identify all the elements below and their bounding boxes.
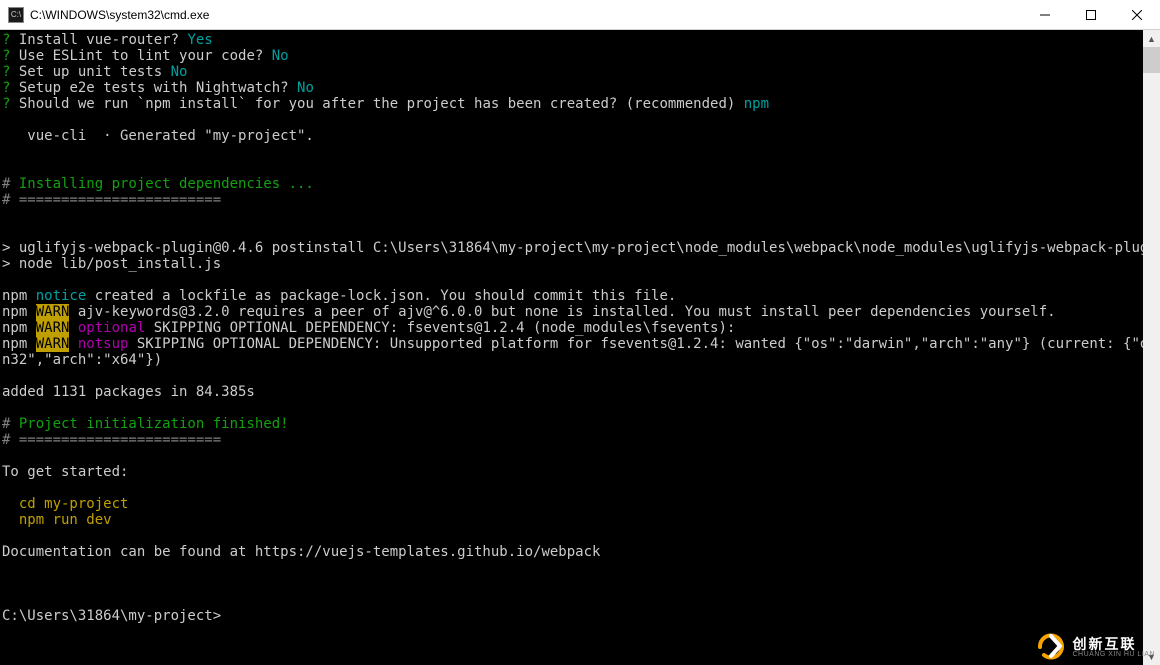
watermark-text: 创新互联 CHUANG XIN HU LIAN: [1072, 637, 1155, 658]
npm-text: SKIPPING OPTIONAL DEPENDENCY: fsevents@1…: [145, 320, 735, 336]
npm-text: SKIPPING OPTIONAL DEPENDENCY: Unsupporte…: [128, 336, 1143, 352]
npm-warn-tag: WARN: [36, 320, 70, 336]
cmd-line: cd my-project: [2, 496, 128, 512]
install-header: Installing project dependencies ...: [19, 176, 314, 192]
watermark-cn: 创新互联: [1072, 637, 1155, 651]
watermark-logo-icon: [1036, 632, 1066, 662]
npm-sub: notsup: [69, 336, 128, 352]
q-answer: No: [171, 64, 188, 80]
postinstall-line: > uglifyjs-webpack-plugin@0.4.6 postinst…: [2, 240, 1143, 256]
npm-sub: optional: [69, 320, 145, 336]
postinstall-line: > node lib/post_install.js: [2, 256, 221, 272]
npm-warn-tag: WARN: [36, 336, 70, 352]
q-text: Use ESLint to lint your code?: [10, 48, 271, 64]
generated-line: vue-cli · Generated "my-project".: [2, 128, 314, 144]
cmd-window: C:\ C:\WINDOWS\system32\cmd.exe ? Instal…: [0, 0, 1160, 665]
npm-text: n32","arch":"x64"}): [2, 352, 162, 368]
separator: # ========================: [2, 192, 221, 208]
minimize-button[interactable]: [1022, 0, 1068, 30]
npm-pre: npm: [2, 336, 36, 352]
npm-text: created a lockfile as package-lock.json.…: [86, 288, 676, 304]
q-text: Should we run `npm install` for you afte…: [10, 96, 743, 112]
window-controls: [1022, 0, 1160, 29]
npm-notice-tag: notice: [36, 288, 87, 304]
cmd-line: npm run dev: [2, 512, 112, 528]
q-text: Set up unit tests: [10, 64, 170, 80]
watermark: 创新互联 CHUANG XIN HU LIAN: [1036, 632, 1155, 662]
watermark-en: CHUANG XIN HU LIAN: [1072, 651, 1155, 658]
terminal-area: ? Install vue-router? Yes ? Use ESLint t…: [0, 30, 1160, 665]
hash: #: [2, 176, 19, 192]
q-answer: Yes: [187, 32, 212, 48]
npm-warn-tag: WARN: [36, 304, 70, 320]
npm-pre: npm: [2, 288, 36, 304]
npm-pre: npm: [2, 320, 36, 336]
docs-line: Documentation can be found at https://vu…: [2, 544, 600, 560]
terminal-output[interactable]: ? Install vue-router? Yes ? Use ESLint t…: [0, 30, 1143, 665]
q-answer: No: [272, 48, 289, 64]
hash: #: [2, 416, 19, 432]
scroll-up-button[interactable]: ▲: [1143, 30, 1160, 47]
cmd-icon: C:\: [8, 7, 24, 23]
q-answer: No: [297, 80, 314, 96]
q-text: Setup e2e tests with Nightwatch?: [10, 80, 297, 96]
finished-line: Project initialization finished!: [19, 416, 289, 432]
q-answer: npm: [744, 96, 769, 112]
vertical-scrollbar[interactable]: ▲ ▼: [1143, 30, 1160, 665]
window-title: C:\WINDOWS\system32\cmd.exe: [30, 8, 1022, 22]
npm-text: ajv-keywords@3.2.0 requires a peer of aj…: [69, 304, 1055, 320]
maximize-button[interactable]: [1068, 0, 1114, 30]
scroll-thumb[interactable]: [1143, 47, 1160, 73]
titlebar[interactable]: C:\ C:\WINDOWS\system32\cmd.exe: [0, 0, 1160, 30]
toget-line: To get started:: [2, 464, 128, 480]
q-text: Install vue-router?: [10, 32, 187, 48]
npm-pre: npm: [2, 304, 36, 320]
added-line: added 1131 packages in 84.385s: [2, 384, 255, 400]
separator: # ========================: [2, 432, 221, 448]
shell-prompt: C:\Users\31864\my-project>: [2, 608, 221, 624]
close-button[interactable]: [1114, 0, 1160, 30]
